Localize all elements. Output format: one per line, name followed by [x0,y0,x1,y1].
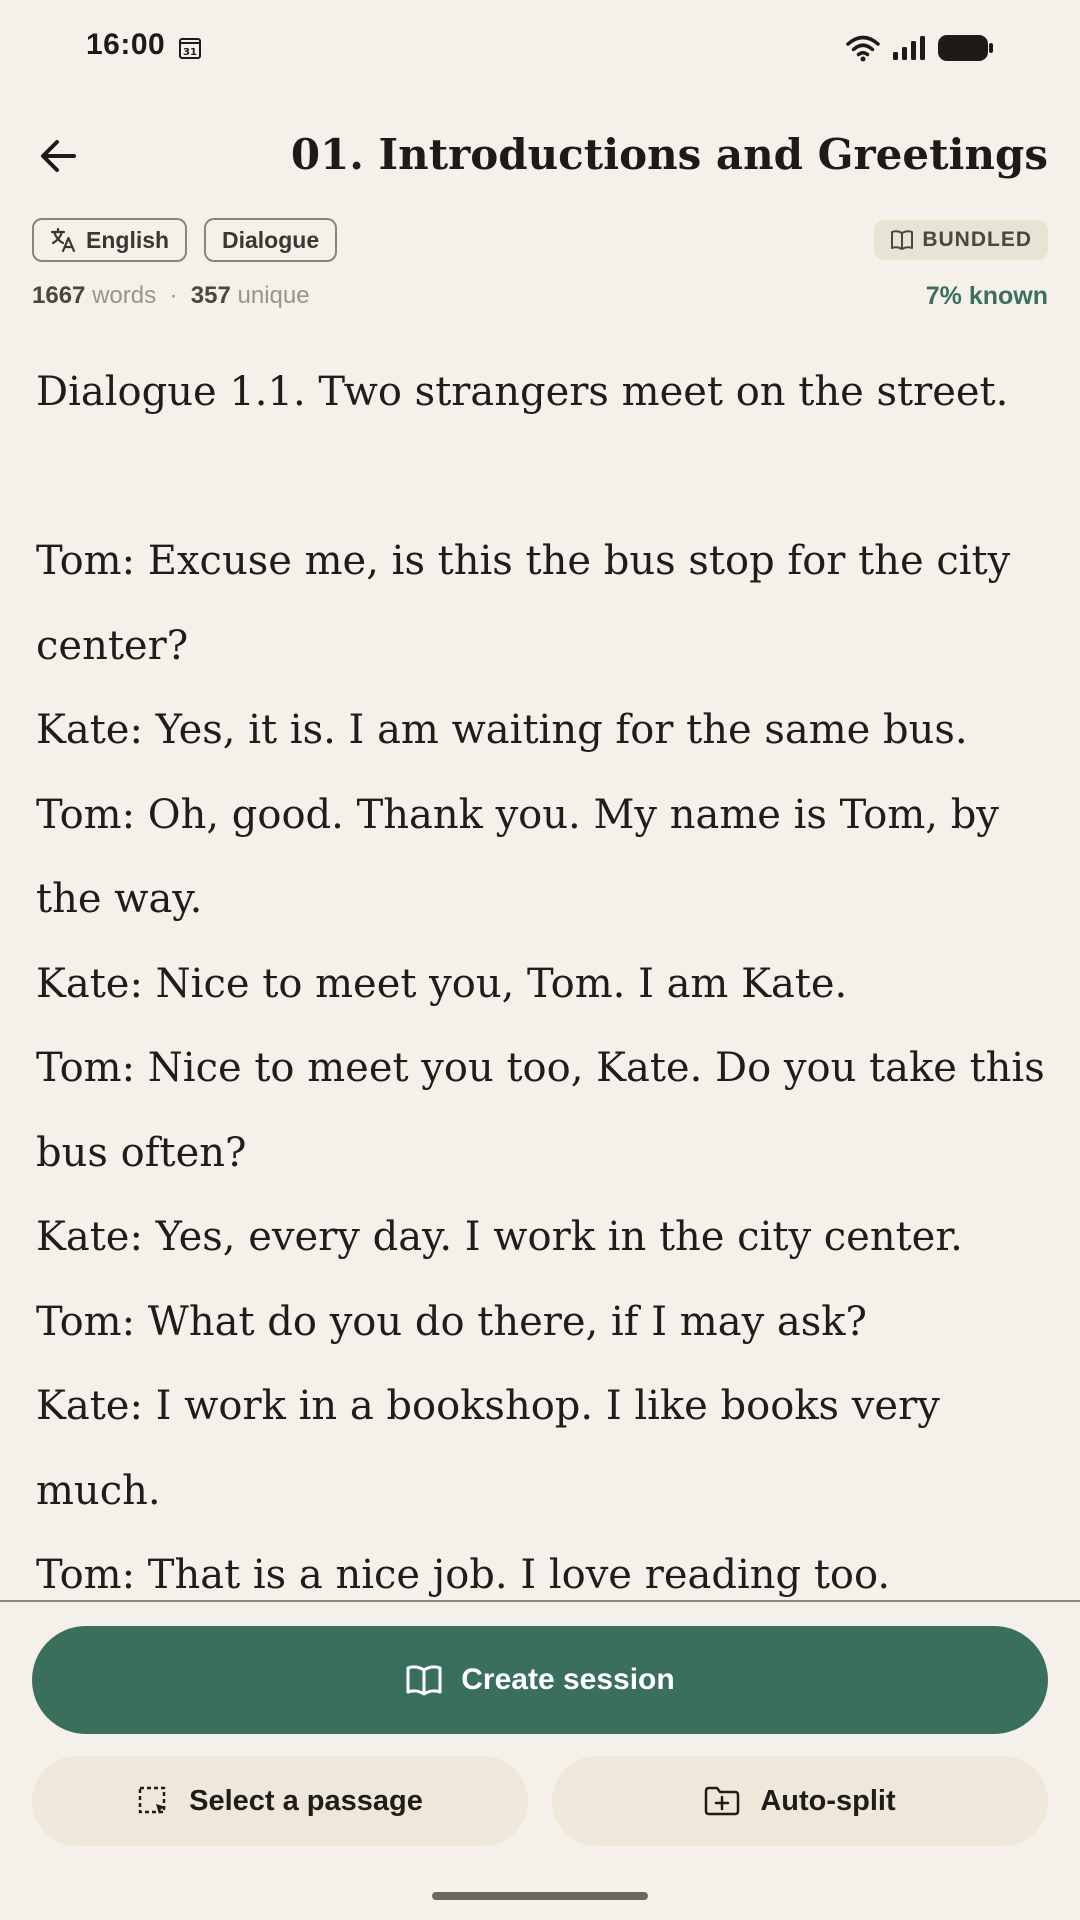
text-line: Tom: Excuse me, is this the bus stop for… [36,538,1011,669]
lesson-text[interactable]: Dialogue 1.1. Two strangers meet on the … [36,350,1046,1600]
status-icons [846,34,994,62]
create-session-button[interactable]: Create session [32,1626,1048,1734]
unique-count: 357 [190,282,231,309]
text-line: Tom: Nice to meet you too, Kate. Do you … [36,1045,1045,1176]
select-passage-button[interactable]: Select a passage [32,1756,528,1846]
text-line: Tom: Oh, good. Thank you. My name is Tom… [36,791,999,923]
text-line: Kate: Yes, it is. I am waiting for the s… [36,707,968,753]
translate-icon [50,227,76,253]
open-book-icon [405,1664,443,1696]
text-line: Tom: What do you do there, if I may ask? [36,1298,867,1345]
page-title: 01. Introductions and Greetings [290,130,1048,179]
known-percentage: 7% known [925,282,1048,310]
words-count: 1667 [32,282,86,309]
book-icon [890,229,914,251]
create-session-label: Create session [461,1663,675,1696]
word-stats: 1667 words · 357 unique [32,282,310,310]
text-line: Dialogue 1.1. Two strangers meet on the … [36,369,1009,415]
calendar-day: 31 [183,47,197,58]
status-time: 16:00 [86,28,166,61]
wifi-icon [846,34,880,62]
stats-row: 1667 words · 357 unique 7% known [32,282,1048,318]
selection-icon [137,1785,169,1817]
status-bar: 16:00 31 [0,0,1080,100]
type-label: Dialogue [222,226,320,253]
bundled-badge: BUNDLED [874,220,1048,260]
tags-row: English Dialogue BUNDLED [32,218,1048,262]
bundled-label: BUNDLED [922,228,1032,251]
auto-split-label: Auto-split [760,1784,896,1817]
language-chip[interactable]: English [32,218,188,262]
header: 01. Introductions and Greetings [0,100,1080,210]
type-chip[interactable]: Dialogue [204,218,338,262]
auto-split-button[interactable]: Auto-split [552,1756,1048,1846]
text-line: Kate: I work in a bookshop. I like books… [36,1383,940,1514]
calendar-icon: 31 [178,36,202,60]
unique-label: unique [237,282,310,309]
text-line: Kate: Nice to meet you, Tom. I am Kate. [36,960,848,1007]
folder-add-icon [704,1786,740,1816]
language-label: English [86,226,170,253]
home-indicator[interactable] [432,1892,648,1900]
back-button[interactable] [30,128,86,184]
text-line: Tom: That is a nice job. I love reading … [36,1552,891,1598]
words-label: words [92,282,157,309]
select-passage-label: Select a passage [189,1784,423,1817]
stats-separator: · [169,282,178,309]
text-line: Kate: Yes, every day. I work in the city… [36,1214,963,1260]
text-blank-line [36,435,1046,520]
divider [0,1600,1080,1602]
signal-icon [892,35,926,61]
back-arrow-icon [41,140,76,172]
battery-icon [938,35,994,61]
